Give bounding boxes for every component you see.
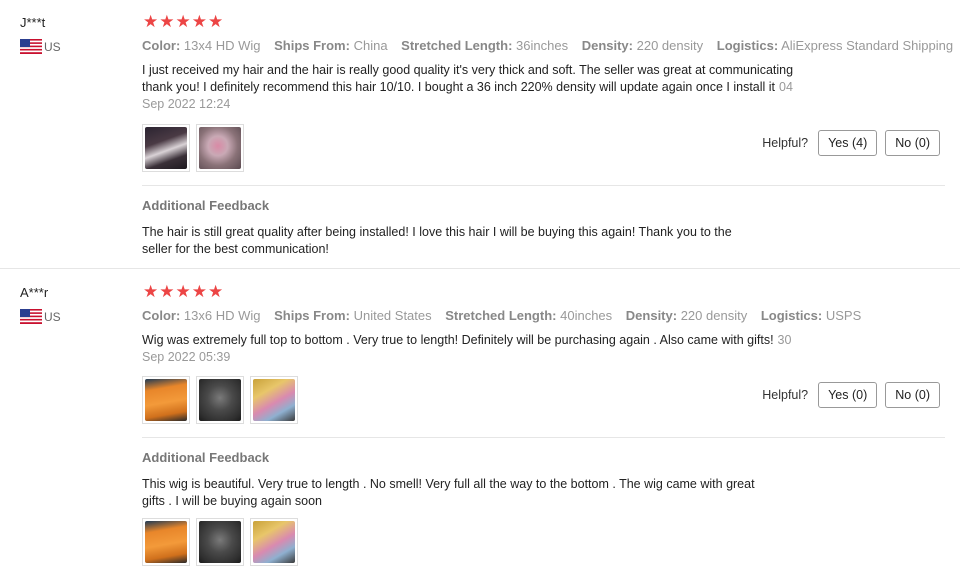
helpful-label: Helpful? [762, 136, 809, 150]
product-attributes: Color: 13x4 HD Wig Ships From: China Str… [142, 38, 960, 53]
feedback-text-line: gifts . I will be buying again soon [142, 494, 322, 508]
reviewer-country: US [20, 309, 61, 324]
attr-color: Color: 13x6 HD Wig [142, 308, 261, 323]
helpful-yes-button[interactable]: Yes (0) [818, 382, 878, 408]
feedback-text-line: The hair is still great quality after be… [142, 225, 732, 239]
star-rating: ★ ★ ★ ★ ★ [143, 13, 223, 30]
review-date: 04 [779, 80, 793, 94]
helpful-yes-button[interactable]: Yes (4) [818, 130, 878, 156]
us-flag-icon [20, 39, 42, 54]
review-date: Sep 2022 12:24 [142, 97, 231, 111]
reviewer-name: J***t [20, 15, 46, 30]
helpful-no-button[interactable]: No (0) [885, 382, 940, 408]
review-text-line: I just received my hair and the hair is … [142, 63, 794, 77]
star-icon: ★ [159, 282, 175, 301]
star-icon: ★ [208, 12, 224, 31]
review-photo[interactable] [142, 124, 190, 172]
review-date: Sep 2022 05:39 [142, 350, 231, 364]
review-photos [142, 376, 298, 424]
divider [142, 185, 945, 186]
attr-logistics: Logistics: USPS [760, 308, 862, 323]
review-text-line: Wig was extremely full top to bottom . V… [142, 333, 792, 347]
reviewer-country: US [20, 39, 61, 54]
attr-ships-from: Ships From: China [274, 38, 388, 53]
divider [142, 437, 945, 438]
star-icon: ★ [143, 12, 159, 31]
review-photo[interactable] [196, 124, 244, 172]
star-icon: ★ [175, 12, 191, 31]
feedback-text-line: seller for the best communication! [142, 242, 329, 256]
attr-density: Density: 220 density [625, 308, 748, 323]
review-item: A***r US ★ ★ ★ ★ ★ Color: 13x6 HD Wig Sh… [0, 270, 960, 582]
helpful-no-button[interactable]: No (0) [885, 130, 940, 156]
review-photo[interactable] [142, 376, 190, 424]
feedback-photo[interactable] [250, 518, 298, 566]
star-icon: ★ [191, 12, 207, 31]
review-body: Wig was extremely full top to bottom . V… [142, 332, 842, 366]
review-item: J***t US ★ ★ ★ ★ ★ Color: 13x4 HD Wig Sh… [0, 0, 960, 269]
attr-stretched-length: Stretched Length: 36inches [401, 38, 569, 53]
review-photo[interactable] [196, 376, 244, 424]
country-code: US [44, 309, 61, 324]
feedback-text-line: This wig is beautiful. Very true to leng… [142, 477, 755, 491]
attr-color: Color: 13x4 HD Wig [142, 38, 261, 53]
helpful-vote: Helpful? Yes (4) No (0) [762, 130, 940, 156]
helpful-vote: Helpful? Yes (0) No (0) [762, 382, 940, 408]
star-icon: ★ [191, 282, 207, 301]
review-body: I just received my hair and the hair is … [142, 62, 842, 113]
product-attributes: Color: 13x6 HD Wig Ships From: United St… [142, 308, 871, 323]
star-icon: ★ [143, 282, 159, 301]
attr-logistics: Logistics: AliExpress Standard Shipping [716, 38, 954, 53]
country-code: US [44, 39, 61, 54]
feedback-photo[interactable] [142, 518, 190, 566]
review-photos [142, 124, 244, 172]
additional-feedback-body: The hair is still great quality after be… [142, 224, 842, 258]
star-icon: ★ [208, 282, 224, 301]
additional-feedback-title: Additional Feedback [142, 450, 270, 465]
review-text-line: thank you! I definitely recommend this h… [142, 80, 793, 94]
attr-density: Density: 220 density [581, 38, 704, 53]
us-flag-icon [20, 309, 42, 324]
attr-ships-from: Ships From: United States [274, 308, 432, 323]
star-rating: ★ ★ ★ ★ ★ [143, 283, 223, 300]
review-date: 30 [777, 333, 792, 347]
additional-feedback-body: This wig is beautiful. Very true to leng… [142, 476, 842, 510]
review-photo[interactable] [250, 376, 298, 424]
reviewer-name: A***r [20, 285, 49, 300]
star-icon: ★ [175, 282, 191, 301]
helpful-label: Helpful? [762, 388, 809, 402]
star-icon: ★ [159, 12, 175, 31]
additional-feedback-title: Additional Feedback [142, 198, 270, 213]
attr-stretched-length: Stretched Length: 40inches [445, 308, 613, 323]
feedback-photos [142, 518, 298, 566]
feedback-photo[interactable] [196, 518, 244, 566]
